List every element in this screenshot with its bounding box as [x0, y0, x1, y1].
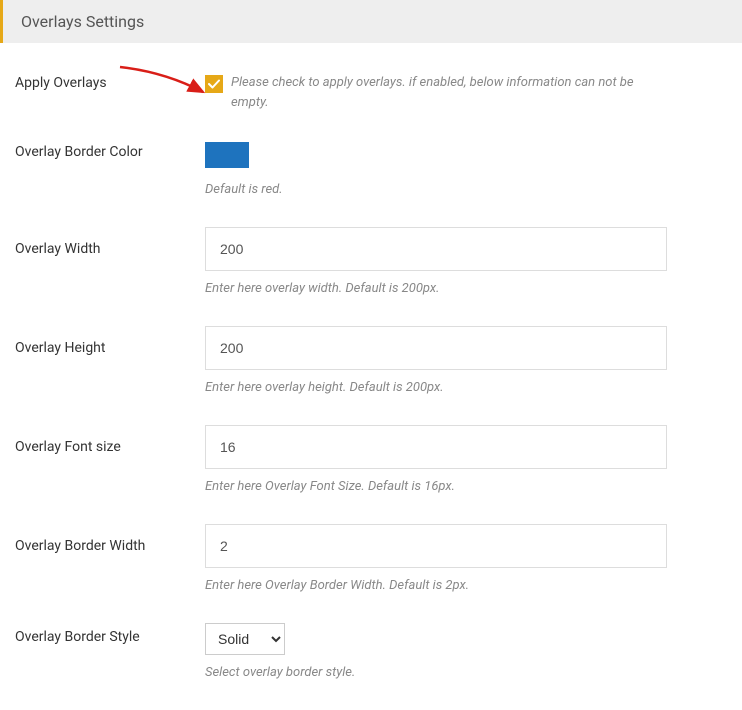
- border-style-select[interactable]: Solid: [205, 623, 285, 655]
- label-border-width: Overlay Border Width: [15, 524, 205, 554]
- panel-title: Overlays Settings: [21, 12, 724, 31]
- border-width-input[interactable]: [205, 524, 667, 568]
- help-apply-overlays: Please check to apply overlays. if enabl…: [231, 73, 667, 112]
- label-font-size: Overlay Font size: [15, 425, 205, 455]
- help-border-width: Enter here Overlay Border Width. Default…: [205, 578, 667, 593]
- row-overlay-height: Overlay Height Enter here overlay height…: [0, 326, 742, 395]
- row-border-style: Overlay Border Style Solid Select overla…: [0, 623, 742, 680]
- label-overlay-height: Overlay Height: [15, 326, 205, 356]
- label-border-color: Overlay Border Color: [15, 142, 205, 160]
- overlay-height-input[interactable]: [205, 326, 667, 370]
- row-border-width: Overlay Border Width Enter here Overlay …: [0, 524, 742, 593]
- help-overlay-height: Enter here overlay height. Default is 20…: [205, 380, 667, 395]
- label-overlay-width: Overlay Width: [15, 227, 205, 257]
- row-font-size: Overlay Font size Enter here Overlay Fon…: [0, 425, 742, 494]
- help-border-style: Select overlay border style.: [205, 665, 667, 680]
- panel-header: Overlays Settings: [0, 0, 742, 43]
- row-border-color: Overlay Border Color Default is red.: [0, 142, 742, 197]
- help-border-color: Default is red.: [205, 182, 667, 197]
- apply-overlays-checkbox[interactable]: [205, 75, 223, 93]
- overlay-width-input[interactable]: [205, 227, 667, 271]
- check-icon: [208, 78, 220, 90]
- help-font-size: Enter here Overlay Font Size. Default is…: [205, 479, 667, 494]
- label-border-style: Overlay Border Style: [15, 623, 205, 645]
- row-overlay-width: Overlay Width Enter here overlay width. …: [0, 227, 742, 296]
- help-overlay-width: Enter here overlay width. Default is 200…: [205, 281, 667, 296]
- label-apply-overlays: Apply Overlays: [15, 73, 205, 91]
- border-color-picker[interactable]: [205, 142, 249, 168]
- font-size-input[interactable]: [205, 425, 667, 469]
- row-apply-overlays: Apply Overlays Please check to apply ove…: [0, 73, 742, 112]
